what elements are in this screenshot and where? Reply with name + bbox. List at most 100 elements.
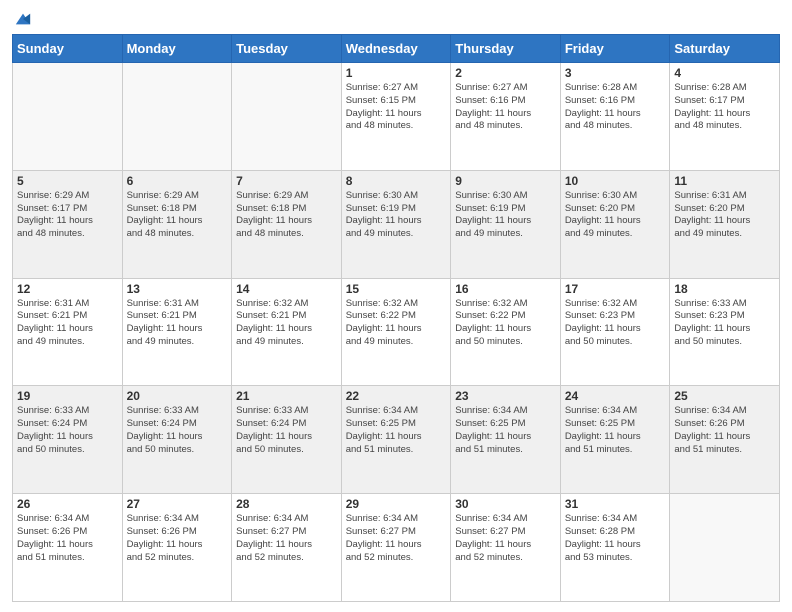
header xyxy=(12,10,780,26)
day-info: Sunrise: 6:34 AM Sunset: 6:25 PM Dayligh… xyxy=(565,405,666,456)
calendar-cell: 27 Sunrise: 6:34 AM Sunset: 6:26 PM Dayli… xyxy=(122,494,232,602)
calendar-cell: 1Sunrise: 6:27 AM Sunset: 6:15 PM Daylig… xyxy=(341,63,451,171)
day-info: Sunrise: 6:34 AM Sunset: 6:26 PM Dayligh… xyxy=(674,405,775,456)
calendar-cell: 3Sunrise: 6:28 AM Sunset: 6:16 PM Daylig… xyxy=(560,63,670,171)
day-number: 4 xyxy=(674,66,775,80)
day-info: Sunrise: 6:28 AM Sunset: 6:16 PM Dayligh… xyxy=(565,82,666,133)
weekday-tuesday: Tuesday xyxy=(232,35,342,63)
day-number: 24 xyxy=(565,389,666,403)
calendar-week-row: 26 Sunrise: 6:34 AM Sunset: 6:26 PM Dayli… xyxy=(13,494,780,602)
calendar-cell: 9Sunrise: 6:30 AM Sunset: 6:19 PM Daylig… xyxy=(451,170,561,278)
calendar-cell: 8 Sunrise: 6:30 AM Sunset: 6:19 PM Daylig… xyxy=(341,170,451,278)
day-number: 11 xyxy=(674,174,775,188)
calendar-cell: 12Sunrise: 6:31 AM Sunset: 6:21 PM Dayli… xyxy=(13,278,123,386)
calendar-cell: 16Sunrise: 6:32 AM Sunset: 6:22 PM Dayli… xyxy=(451,278,561,386)
day-number: 21 xyxy=(236,389,337,403)
day-number: 14 xyxy=(236,282,337,296)
calendar-table: SundayMondayTuesdayWednesdayThursdayFrid… xyxy=(12,34,780,602)
day-number: 23 xyxy=(455,389,556,403)
logo-icon xyxy=(14,10,32,28)
day-info: Sunrise: 6:32 AM Sunset: 6:23 PM Dayligh… xyxy=(565,298,666,349)
calendar-cell: 25 Sunrise: 6:34 AM Sunset: 6:26 PM Dayli… xyxy=(670,386,780,494)
calendar-cell: 22 Sunrise: 6:34 AM Sunset: 6:25 PM Dayli… xyxy=(341,386,451,494)
day-info: Sunrise: 6:31 AM Sunset: 6:20 PM Dayligh… xyxy=(674,190,775,241)
calendar-cell: 28 Sunrise: 6:34 AM Sunset: 6:27 PM Dayli… xyxy=(232,494,342,602)
day-info: Sunrise: 6:29 AM Sunset: 6:18 PM Dayligh… xyxy=(236,190,337,241)
day-info: Sunrise: 6:33 AM Sunset: 6:24 PM Dayligh… xyxy=(17,405,118,456)
weekday-saturday: Saturday xyxy=(670,35,780,63)
day-number: 20 xyxy=(127,389,228,403)
day-number: 10 xyxy=(565,174,666,188)
day-number: 22 xyxy=(346,389,447,403)
day-number: 26 xyxy=(17,497,118,511)
day-info: Sunrise: 6:34 AM Sunset: 6:25 PM Dayligh… xyxy=(346,405,447,456)
day-number: 15 xyxy=(346,282,447,296)
day-number: 31 xyxy=(565,497,666,511)
calendar-cell: 18Sunrise: 6:33 AM Sunset: 6:23 PM Dayli… xyxy=(670,278,780,386)
calendar-week-row: 12Sunrise: 6:31 AM Sunset: 6:21 PM Dayli… xyxy=(13,278,780,386)
day-info: Sunrise: 6:34 AM Sunset: 6:28 PM Dayligh… xyxy=(565,513,666,564)
calendar-cell: 4 Sunrise: 6:28 AM Sunset: 6:17 PM Daylig… xyxy=(670,63,780,171)
day-info: Sunrise: 6:34 AM Sunset: 6:27 PM Dayligh… xyxy=(455,513,556,564)
day-info: Sunrise: 6:29 AM Sunset: 6:17 PM Dayligh… xyxy=(17,190,118,241)
day-info: Sunrise: 6:29 AM Sunset: 6:18 PM Dayligh… xyxy=(127,190,228,241)
day-info: Sunrise: 6:31 AM Sunset: 6:21 PM Dayligh… xyxy=(127,298,228,349)
weekday-wednesday: Wednesday xyxy=(341,35,451,63)
calendar-cell: 20 Sunrise: 6:33 AM Sunset: 6:24 PM Dayli… xyxy=(122,386,232,494)
calendar-week-row: 5 Sunrise: 6:29 AM Sunset: 6:17 PM Daylig… xyxy=(13,170,780,278)
day-info: Sunrise: 6:28 AM Sunset: 6:17 PM Dayligh… xyxy=(674,82,775,133)
day-info: Sunrise: 6:30 AM Sunset: 6:19 PM Dayligh… xyxy=(346,190,447,241)
calendar-cell xyxy=(13,63,123,171)
day-number: 5 xyxy=(17,174,118,188)
day-info: Sunrise: 6:30 AM Sunset: 6:20 PM Dayligh… xyxy=(565,190,666,241)
page: SundayMondayTuesdayWednesdayThursdayFrid… xyxy=(0,0,792,612)
day-number: 13 xyxy=(127,282,228,296)
day-number: 28 xyxy=(236,497,337,511)
calendar-cell: 10 Sunrise: 6:30 AM Sunset: 6:20 PM Dayli… xyxy=(560,170,670,278)
day-info: Sunrise: 6:30 AM Sunset: 6:19 PM Dayligh… xyxy=(455,190,556,241)
calendar-cell: 29 Sunrise: 6:34 AM Sunset: 6:27 PM Dayli… xyxy=(341,494,451,602)
weekday-friday: Friday xyxy=(560,35,670,63)
day-number: 8 xyxy=(346,174,447,188)
calendar-cell: 6 Sunrise: 6:29 AM Sunset: 6:18 PM Daylig… xyxy=(122,170,232,278)
day-info: Sunrise: 6:34 AM Sunset: 6:27 PM Dayligh… xyxy=(346,513,447,564)
day-info: Sunrise: 6:34 AM Sunset: 6:25 PM Dayligh… xyxy=(455,405,556,456)
day-number: 16 xyxy=(455,282,556,296)
calendar-cell: 21Sunrise: 6:33 AM Sunset: 6:24 PM Dayli… xyxy=(232,386,342,494)
day-info: Sunrise: 6:34 AM Sunset: 6:27 PM Dayligh… xyxy=(236,513,337,564)
day-info: Sunrise: 6:34 AM Sunset: 6:26 PM Dayligh… xyxy=(17,513,118,564)
day-info: Sunrise: 6:33 AM Sunset: 6:23 PM Dayligh… xyxy=(674,298,775,349)
day-number: 29 xyxy=(346,497,447,511)
day-number: 27 xyxy=(127,497,228,511)
day-number: 17 xyxy=(565,282,666,296)
calendar-cell: 19 Sunrise: 6:33 AM Sunset: 6:24 PM Dayli… xyxy=(13,386,123,494)
calendar-cell: 14 Sunrise: 6:32 AM Sunset: 6:21 PM Dayli… xyxy=(232,278,342,386)
calendar-cell: 11 Sunrise: 6:31 AM Sunset: 6:20 PM Dayli… xyxy=(670,170,780,278)
calendar-cell xyxy=(232,63,342,171)
day-info: Sunrise: 6:32 AM Sunset: 6:21 PM Dayligh… xyxy=(236,298,337,349)
calendar-cell xyxy=(670,494,780,602)
day-info: Sunrise: 6:34 AM Sunset: 6:26 PM Dayligh… xyxy=(127,513,228,564)
day-info: Sunrise: 6:32 AM Sunset: 6:22 PM Dayligh… xyxy=(346,298,447,349)
calendar-cell: 15 Sunrise: 6:32 AM Sunset: 6:22 PM Dayli… xyxy=(341,278,451,386)
calendar-cell: 26 Sunrise: 6:34 AM Sunset: 6:26 PM Dayli… xyxy=(13,494,123,602)
day-number: 2 xyxy=(455,66,556,80)
calendar-cell: 13 Sunrise: 6:31 AM Sunset: 6:21 PM Dayli… xyxy=(122,278,232,386)
calendar-cell: 7Sunrise: 6:29 AM Sunset: 6:18 PM Daylig… xyxy=(232,170,342,278)
day-info: Sunrise: 6:31 AM Sunset: 6:21 PM Dayligh… xyxy=(17,298,118,349)
day-number: 19 xyxy=(17,389,118,403)
day-info: Sunrise: 6:33 AM Sunset: 6:24 PM Dayligh… xyxy=(127,405,228,456)
day-number: 25 xyxy=(674,389,775,403)
calendar-cell: 5 Sunrise: 6:29 AM Sunset: 6:17 PM Daylig… xyxy=(13,170,123,278)
calendar-cell: 30Sunrise: 6:34 AM Sunset: 6:27 PM Dayli… xyxy=(451,494,561,602)
weekday-monday: Monday xyxy=(122,35,232,63)
calendar-cell: 17 Sunrise: 6:32 AM Sunset: 6:23 PM Dayli… xyxy=(560,278,670,386)
calendar-week-row: 1Sunrise: 6:27 AM Sunset: 6:15 PM Daylig… xyxy=(13,63,780,171)
logo xyxy=(12,10,32,26)
day-info: Sunrise: 6:27 AM Sunset: 6:16 PM Dayligh… xyxy=(455,82,556,133)
day-info: Sunrise: 6:27 AM Sunset: 6:15 PM Dayligh… xyxy=(346,82,447,133)
calendar-week-row: 19 Sunrise: 6:33 AM Sunset: 6:24 PM Dayli… xyxy=(13,386,780,494)
weekday-sunday: Sunday xyxy=(13,35,123,63)
calendar-cell: 31 Sunrise: 6:34 AM Sunset: 6:28 PM Dayli… xyxy=(560,494,670,602)
day-number: 6 xyxy=(127,174,228,188)
